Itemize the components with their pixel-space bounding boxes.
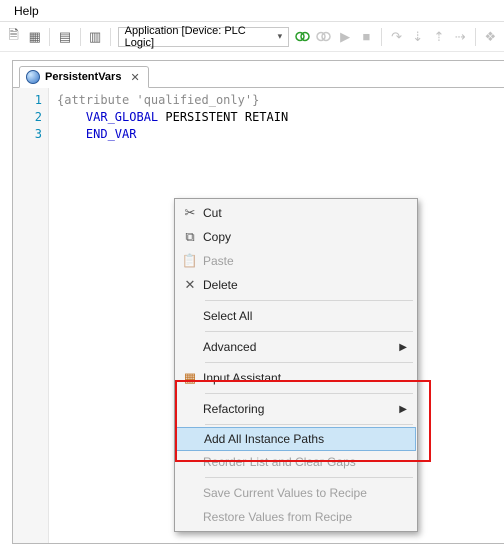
menu-reorder: Reorder List and Clear Gaps [177, 450, 415, 474]
line-number: 1 [13, 92, 42, 109]
menu-label: Delete [203, 278, 407, 292]
submenu-arrow-icon: ▶ [399, 404, 407, 415]
menu-label: Advanced [203, 340, 407, 354]
separator [110, 28, 111, 46]
paste-icon: 📋 [177, 253, 203, 269]
code-keyword: VAR_GLOBAL [86, 110, 158, 124]
chevron-down-icon: ▾ [278, 31, 283, 42]
debug-icon[interactable]: ❖ [481, 27, 500, 47]
menu-label: Copy [203, 230, 407, 244]
step-out-icon[interactable]: ⇡ [429, 27, 448, 47]
copy-icon: ⧉ [177, 229, 203, 245]
menu-label: Restore Values from Recipe [203, 510, 407, 524]
menu-refactoring[interactable]: Refactoring ▶ [177, 397, 415, 421]
code-keyword: END_VAR [86, 127, 137, 141]
scissors-icon: ✂ [177, 205, 203, 221]
menu-separator [205, 331, 413, 332]
menu-separator [205, 300, 413, 301]
menu-label: Refactoring [203, 402, 407, 416]
run-icon[interactable]: ▶ [336, 27, 355, 47]
application-selector[interactable]: Application [Device: PLC Logic] ▾ [118, 27, 290, 47]
menubar: Help [0, 0, 504, 22]
menu-cut[interactable]: ✂ Cut [177, 201, 415, 225]
menu-label: Save Current Values to Recipe [203, 486, 407, 500]
menu-copy[interactable]: ⧉ Copy [177, 225, 415, 249]
delete-icon: ✕ [177, 277, 203, 293]
separator [49, 28, 50, 46]
toolbar: 🗎 ▦ ▤ ▥ Application [Device: PLC Logic] … [0, 22, 504, 52]
logout-icon[interactable] [314, 27, 333, 47]
menu-restore-recipe: Restore Values from Recipe [177, 505, 415, 529]
menu-separator [205, 424, 413, 425]
globe-icon [26, 70, 40, 84]
code-attribute: {attribute 'qualified_only'} [57, 93, 259, 107]
menu-paste: 📋 Paste [177, 249, 415, 273]
separator [80, 28, 81, 46]
tab-persistentvars[interactable]: PersistentVars ✕ [19, 66, 149, 88]
menu-advanced[interactable]: Advanced ▶ [177, 335, 415, 359]
application-selector-label: Application [Device: PLC Logic] [125, 25, 272, 49]
menu-label: Add All Instance Paths [204, 432, 408, 446]
login-icon[interactable] [293, 27, 312, 47]
separator [381, 28, 382, 46]
tab-bar: PersistentVars ✕ [13, 61, 504, 87]
menu-label: Input Assistant... [203, 371, 407, 385]
assistant-icon: ▦ [177, 370, 203, 386]
line-gutter: 1 2 3 [13, 88, 49, 543]
menu-label: Paste [203, 254, 407, 268]
menu-add-all-instance-paths[interactable]: Add All Instance Paths [176, 427, 416, 451]
menu-separator [205, 362, 413, 363]
line-number: 3 [13, 126, 42, 143]
step-into-icon[interactable]: ⇣ [408, 27, 427, 47]
step-over-icon[interactable]: ↷ [387, 27, 406, 47]
code-text: PERSISTENT RETAIN [158, 110, 288, 124]
toolbox-icon[interactable]: ▥ [86, 27, 105, 47]
library-icon[interactable]: ▤ [55, 27, 74, 47]
step-cursor-icon[interactable]: ⇢ [451, 27, 470, 47]
menu-delete[interactable]: ✕ Delete [177, 273, 415, 297]
stop-icon[interactable]: ■ [357, 27, 376, 47]
menu-input-assistant[interactable]: ▦ Input Assistant... [177, 366, 415, 390]
menu-separator [205, 393, 413, 394]
line-number: 2 [13, 109, 42, 126]
menu-label: Select All [203, 309, 407, 323]
menu-select-all[interactable]: Select All [177, 304, 415, 328]
new-file-icon[interactable]: 🗎 [4, 27, 23, 47]
menu-save-recipe: Save Current Values to Recipe [177, 481, 415, 505]
context-menu: ✂ Cut ⧉ Copy 📋 Paste ✕ Delete Select All… [174, 198, 418, 532]
close-icon[interactable]: ✕ [130, 71, 139, 84]
menu-separator [205, 477, 413, 478]
menu-label: Reorder List and Clear Gaps [203, 455, 407, 469]
menu-help[interactable]: Help [6, 2, 47, 20]
submenu-arrow-icon: ▶ [399, 342, 407, 353]
separator [475, 28, 476, 46]
menu-label: Cut [203, 206, 407, 220]
new-project-icon[interactable]: ▦ [25, 27, 44, 47]
tab-title: PersistentVars [45, 71, 121, 83]
